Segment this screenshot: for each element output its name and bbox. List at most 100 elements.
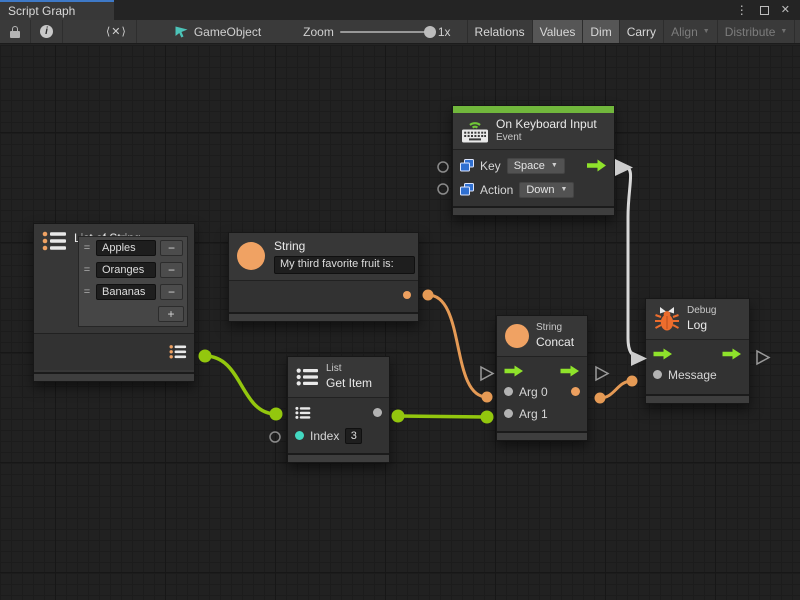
wire-endpoint[interactable] — [481, 411, 494, 424]
wire-endpoint[interactable] — [270, 408, 283, 421]
wire-list-to-getitem[interactable] — [205, 356, 276, 414]
bug-icon — [654, 306, 680, 332]
node-list-of-string[interactable]: List of String = Apples − = Oranges − = … — [33, 223, 195, 382]
unconnected-control-triangle[interactable] — [757, 351, 769, 364]
string-output-port[interactable] — [403, 291, 411, 299]
overview-button[interactable]: Overview — [794, 20, 800, 43]
list-output-port[interactable] — [169, 344, 187, 360]
dim-button[interactable]: Dim — [582, 20, 618, 43]
node-string-literal[interactable]: String My third favorite fruit is: — [228, 232, 419, 322]
node-title: Log — [687, 318, 716, 333]
list-icon — [296, 367, 319, 387]
unconnected-value-port[interactable] — [438, 162, 448, 172]
list-input-port[interactable] — [295, 406, 311, 420]
tab-title: Script Graph — [8, 4, 75, 18]
control-input-arrow[interactable] — [653, 348, 673, 360]
wire-endpoint[interactable] — [595, 393, 606, 404]
wire-start-triangle[interactable] — [615, 159, 633, 176]
wire-getitem-to-concat[interactable] — [398, 416, 487, 417]
node-get-item[interactable]: List Get Item Index 3 — [287, 356, 390, 463]
node-on-keyboard-input[interactable]: On Keyboard Input Event Key Space ▼ — [452, 105, 615, 216]
caret-down-icon: ▼ — [703, 28, 710, 35]
carry-button[interactable]: Carry — [619, 20, 663, 43]
node-footer — [453, 206, 614, 215]
wire-event-to-log[interactable] — [626, 167, 643, 358]
graph-canvas[interactable]: On Keyboard Input Event Key Space ▼ — [0, 45, 800, 600]
node-title: String — [274, 239, 415, 254]
control-output-arrow[interactable] — [586, 159, 607, 172]
unconnected-value-port[interactable] — [270, 432, 280, 442]
unconnected-value-port[interactable] — [438, 184, 448, 194]
item-output-port[interactable] — [373, 408, 382, 417]
index-port-label: Index — [310, 429, 339, 443]
align-dropdown[interactable]: Align▼ — [663, 20, 717, 43]
index-value-field[interactable]: 3 — [345, 428, 362, 444]
wire-endpoint[interactable] — [392, 410, 405, 423]
string-icon — [505, 324, 529, 348]
action-value-dropdown[interactable]: Down ▼ — [519, 182, 574, 198]
wire-endpoint[interactable] — [199, 350, 212, 363]
node-category: String — [536, 322, 574, 335]
remove-item-button[interactable]: − — [160, 284, 183, 300]
index-input-port[interactable] — [295, 431, 304, 440]
arg0-input-port[interactable] — [504, 387, 513, 396]
code-view-button[interactable]: ⟨✕⟩ — [97, 20, 137, 43]
action-port-label: Action — [480, 183, 513, 197]
control-output-arrow[interactable] — [560, 365, 580, 377]
zoom-value: 1x — [438, 25, 451, 39]
control-input-arrow[interactable] — [504, 365, 524, 377]
string-value-field[interactable]: My third favorite fruit is: — [274, 256, 415, 274]
node-footer — [497, 431, 587, 440]
list-item-field[interactable]: Oranges — [96, 262, 156, 278]
wire-endpoint[interactable] — [627, 376, 638, 387]
wire-endpoint[interactable] — [482, 392, 493, 403]
string-icon — [237, 242, 265, 270]
unconnected-control-triangle[interactable] — [596, 367, 608, 380]
wire-endpoint[interactable] — [423, 290, 434, 301]
remove-item-button[interactable]: − — [160, 262, 183, 278]
close-icon[interactable]: ✕ — [781, 5, 790, 16]
caret-down-icon: ▼ — [560, 186, 567, 193]
node-footer — [646, 394, 749, 403]
zoom-slider[interactable] — [340, 31, 432, 33]
member-icon — [460, 159, 474, 172]
key-port-label: Key — [480, 159, 501, 173]
zoom-slider-handle[interactable] — [424, 26, 436, 38]
node-category: List — [326, 363, 372, 376]
code-icon: ⟨✕⟩ — [106, 25, 127, 38]
distribute-dropdown[interactable]: Distribute▼ — [717, 20, 795, 43]
caret-down-icon: ▼ — [780, 28, 787, 35]
drag-handle-icon[interactable]: = — [82, 242, 92, 254]
node-concat[interactable]: String Concat Arg 0 — [496, 315, 588, 441]
info-icon: i — [40, 25, 53, 38]
node-title: Get Item — [326, 376, 372, 391]
caret-down-icon: ▼ — [551, 162, 558, 169]
key-value-dropdown[interactable]: Space ▼ — [507, 158, 565, 174]
event-color-bar — [453, 106, 614, 113]
arg1-input-port[interactable] — [504, 409, 513, 418]
result-output-port[interactable] — [571, 387, 580, 396]
wire-string-to-concat[interactable] — [428, 295, 487, 397]
list-item-field[interactable]: Apples — [96, 240, 156, 256]
relations-button[interactable]: Relations — [467, 20, 532, 43]
message-input-port[interactable] — [653, 370, 662, 379]
control-output-arrow[interactable] — [722, 348, 742, 360]
node-debug-log[interactable]: Debug Log Message — [645, 298, 750, 404]
maximize-icon[interactable] — [760, 6, 769, 15]
lock-button[interactable] — [0, 20, 31, 43]
toolbar: i ⟨✕⟩ GameObject Zoom 1x Relations Value… — [0, 20, 800, 44]
wire-concat-to-log[interactable] — [600, 381, 632, 398]
kebab-menu-icon[interactable]: ⋮ — [736, 4, 748, 16]
list-item-field[interactable]: Bananas — [96, 284, 156, 300]
drag-handle-icon[interactable]: = — [82, 286, 92, 298]
list-item-row: = Apples − — [79, 237, 187, 259]
tab-script-graph[interactable]: Script Graph — [0, 0, 114, 20]
drag-handle-icon[interactable]: = — [82, 264, 92, 276]
unconnected-control-triangle[interactable] — [481, 367, 493, 380]
values-button[interactable]: Values — [532, 20, 583, 43]
info-button[interactable]: i — [31, 20, 63, 43]
node-footer — [288, 453, 389, 462]
add-item-button[interactable]: + — [158, 306, 184, 322]
remove-item-button[interactable]: − — [160, 240, 183, 256]
gameobject-selector[interactable]: GameObject — [167, 20, 269, 43]
